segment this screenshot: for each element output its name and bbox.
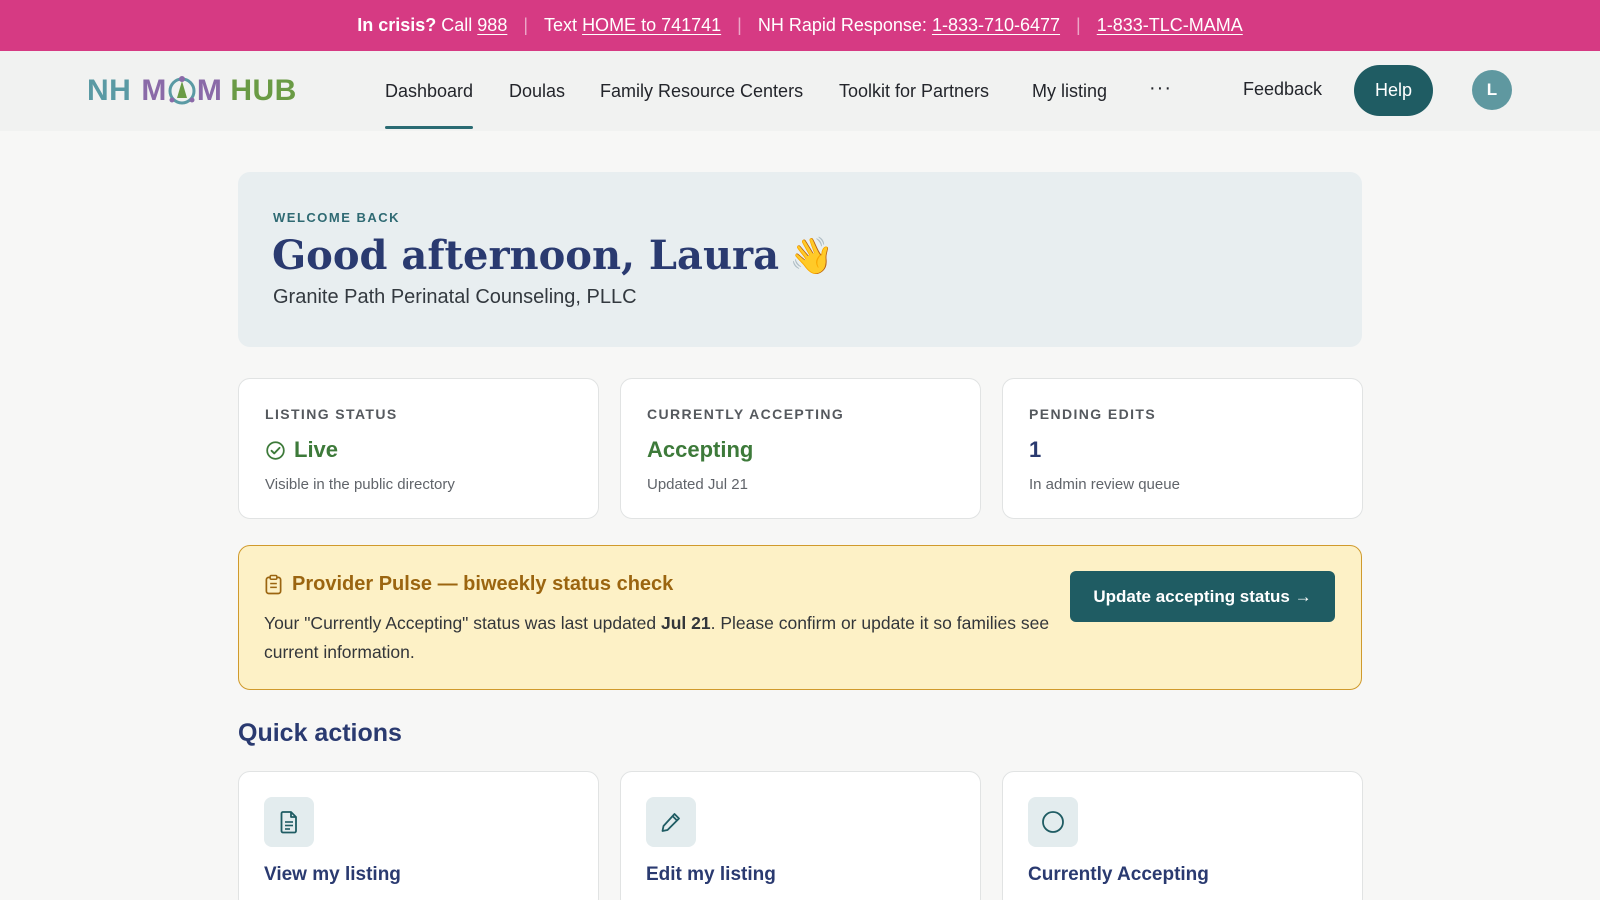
pulse-date: Jul 21	[661, 613, 711, 633]
logo-hub: HUB	[230, 74, 297, 107]
currently-accepting-card: CURRENTLY ACCEPTING Accepting Updated Ju…	[620, 378, 981, 519]
update-accepting-status-button[interactable]: Update accepting status →	[1070, 571, 1335, 622]
separator: |	[523, 15, 529, 35]
stat-label: PENDING EDITS	[1029, 406, 1157, 422]
pencil-icon	[646, 797, 696, 847]
currently-accepting-action-card[interactable]: Currently Accepting	[1002, 771, 1363, 900]
crisis-call: In crisis? Call 988	[357, 15, 507, 36]
listing-status-value: Live	[294, 437, 339, 462]
circle-icon	[1028, 797, 1078, 847]
edit-my-listing-card[interactable]: Edit my listing	[620, 771, 981, 900]
pending-edits-value: 1	[1029, 437, 1042, 462]
provider-pulse-alert: Provider Pulse — biweekly status check Y…	[238, 545, 1362, 690]
text-home-link[interactable]: HOME to 741741	[582, 15, 721, 36]
call-prefix: Call	[441, 15, 473, 35]
more-menu-icon[interactable]: ···	[1149, 77, 1172, 100]
crisis-rapid: NH Rapid Response: 1-833-710-6477	[758, 15, 1060, 36]
tlc-mama-link[interactable]: 1-833-TLC-MAMA	[1097, 15, 1243, 36]
nav-my-listing[interactable]: My listing	[1032, 79, 1107, 103]
stat-label: LISTING STATUS	[265, 406, 398, 422]
stat-value: Live	[265, 437, 338, 463]
view-my-listing-card[interactable]: View my listing	[238, 771, 599, 900]
welcome-eyebrow: WELCOME BACK	[273, 210, 401, 225]
quick-action-label: Edit my listing	[646, 864, 776, 885]
top-nav: NH M M HUB Dashboard Doulas Family Resou…	[0, 51, 1600, 131]
logo[interactable]: NH M M HUB	[87, 71, 297, 111]
crisis-lead: In crisis?	[357, 15, 437, 35]
page-title: Good afternoon, Laura 👋	[272, 232, 834, 279]
nav-dashboard[interactable]: Dashboard	[385, 79, 474, 129]
quick-actions-heading: Quick actions	[238, 719, 402, 747]
pulse-text-before: Your "Currently Accepting" status was la…	[264, 613, 661, 633]
crisis-text: Text HOME to 741741	[544, 15, 721, 36]
check-circle-icon	[266, 440, 285, 460]
text-prefix: Text	[544, 15, 578, 35]
logo-nh: NH	[87, 74, 132, 107]
stat-sub: Updated Jul 21	[647, 476, 748, 493]
wave-emoji: 👋	[789, 234, 834, 277]
pulse-title-text: Provider Pulse — biweekly status check	[292, 573, 674, 595]
greeting-text: Good afternoon, Laura	[272, 232, 780, 279]
nav-toolkit-for-partners[interactable]: Toolkit for Partners	[839, 79, 989, 103]
call-988-link[interactable]: 988	[477, 15, 507, 36]
avatar[interactable]: L	[1472, 70, 1512, 110]
quick-action-label: View my listing	[264, 864, 401, 885]
stat-sub: Visible in the public directory	[265, 476, 455, 493]
logo-mark-icon	[168, 76, 196, 105]
listing-status-card: LISTING STATUS Live Visible in the publi…	[238, 378, 599, 519]
rapid-prefix: NH Rapid Response:	[757, 15, 927, 35]
currently-accepting-value: Accepting	[647, 437, 754, 462]
pending-edits-card: PENDING EDITS 1 In admin review queue	[1002, 378, 1363, 519]
clipboard-icon	[265, 574, 282, 595]
stat-label: CURRENTLY ACCEPTING	[647, 406, 845, 422]
welcome-card: WELCOME BACK Good afternoon, Laura 👋 Gra…	[238, 172, 1362, 347]
separator: |	[1076, 15, 1081, 35]
document-icon	[264, 797, 314, 847]
nav-family-resource-centers[interactable]: Family Resource Centers	[600, 79, 803, 103]
pulse-title: Provider Pulse — biweekly status check	[264, 573, 673, 596]
logo-m-end: M	[196, 74, 223, 107]
nav-doulas[interactable]: Doulas	[509, 79, 565, 103]
logo-m: M	[141, 74, 167, 107]
quick-action-label: Currently Accepting	[1028, 864, 1209, 885]
pulse-message: Your "Currently Accepting" status was la…	[264, 609, 1054, 667]
organization-name: Granite Path Perinatal Counseling, PLLC	[273, 286, 637, 308]
stat-sub: In admin review queue	[1029, 476, 1180, 493]
crisis-bar: In crisis? Call 988 | Text HOME to 74174…	[0, 0, 1600, 51]
feedback-link[interactable]: Feedback	[1243, 79, 1322, 100]
logo-mom: M M	[141, 74, 222, 108]
separator: |	[737, 15, 742, 35]
rapid-response-link[interactable]: 1-833-710-6477	[932, 15, 1060, 36]
help-button[interactable]: Help	[1354, 65, 1433, 116]
